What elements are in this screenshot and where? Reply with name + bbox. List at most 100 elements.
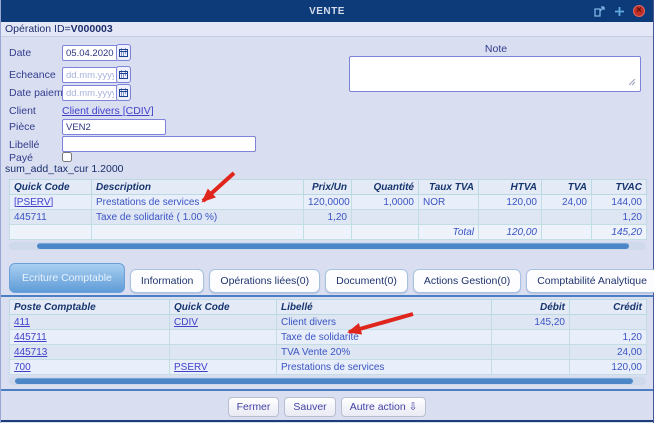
sauver-button[interactable]: Sauver [284,397,335,417]
entry-libelle: Prestations de services [277,360,492,375]
col-quick-code: Quick Code [170,300,277,315]
item-quantite: 1,0000 [352,195,419,210]
poste-link[interactable]: 445713 [14,347,47,358]
date-paiement-input[interactable] [62,85,118,101]
entry-row: 445711 Taxe de solidarité 1,20 [10,330,647,345]
note-label: Note [349,43,643,55]
entries-table-hscrollbar [9,377,646,385]
poste-link[interactable]: 700 [14,362,31,373]
close-icon[interactable]: × [633,5,645,17]
operation-id-value: V000003 [71,23,113,35]
items-total-row: Total 120,00 145,20 [10,225,647,240]
entry-credit: 120,00 [570,360,647,375]
note-textarea[interactable] [349,56,641,92]
entry-libelle: Taxe de solidarité [277,330,492,345]
item-htva: 120,00 [479,195,542,210]
total-htva: 120,00 [479,225,542,240]
quick-code-link[interactable]: CDIV [174,317,198,328]
footer-button-bar: Fermer Sauver Autre action ⇩ [1,397,653,417]
col-tvac: TVAC [592,180,647,195]
tab-actions-gestion[interactable]: Actions Gestion(0) [413,269,521,293]
date-label: Date [9,47,31,59]
client-link[interactable]: Client divers [CDIV] [62,105,154,117]
piece-label: Pièce [9,121,35,133]
entry-debit [492,345,570,360]
poste-link[interactable]: 445711 [14,332,47,343]
item-row: 445711 Taxe de solidarité ( 1.00 %) 1,20… [10,210,647,225]
scrollbar-thumb[interactable] [15,378,633,384]
item-tva: 24,00 [542,195,592,210]
quick-code-link[interactable]: PSERV [174,362,208,373]
vente-window: VENTE × Opération ID=V000003 Date Echean… [0,0,654,423]
window-bottom-border [1,420,653,422]
paye-checkbox[interactable] [62,152,72,162]
entry-debit [492,360,570,375]
total-tvac: 145,20 [592,225,647,240]
tab-information[interactable]: Information [130,269,205,293]
tab-document[interactable]: Document(0) [325,269,408,293]
item-htva [479,210,542,225]
poste-link[interactable]: 411 [14,317,30,328]
echeance-calendar-icon[interactable] [116,66,131,83]
operation-id-label: Opération ID= [5,23,71,35]
col-debit: Débit [492,300,570,315]
total-label: Total [419,225,479,240]
window-title: VENTE [1,6,653,17]
item-quick-code: 445711 [10,210,92,225]
col-tva: TVA [542,180,592,195]
fermer-button[interactable]: Fermer [228,397,280,417]
date-paiement-calendar-icon[interactable] [116,84,131,101]
tab-panel-top-border [1,295,653,297]
item-prix-un: 120,0000 [304,195,352,210]
entry-libelle: Client divers [277,315,492,330]
entry-debit [492,330,570,345]
libelle-input[interactable] [62,136,256,152]
entry-debit: 145,20 [492,315,570,330]
move-plus-icon[interactable] [613,5,625,17]
entry-credit: 1,20 [570,330,647,345]
item-description: Taxe de solidarité ( 1.00 %) [92,210,304,225]
entry-libelle: TVA Vente 20% [277,345,492,360]
autre-action-button[interactable]: Autre action ⇩ [341,397,427,417]
items-header-row: Quick Code Description Prix/Un Quantité … [10,180,647,195]
entry-quick-code [170,330,277,345]
item-tva [542,210,592,225]
date-input[interactable] [62,45,118,61]
col-htva: HTVA [479,180,542,195]
items-table-hscrollbar [9,242,646,250]
items-table: Quick Code Description Prix/Un Quantité … [9,179,647,240]
open-in-new-window-icon[interactable] [593,5,605,17]
item-prix-un: 1,20 [304,210,352,225]
tab-comptabilite-analytique[interactable]: Comptabilité Analytique [526,269,654,293]
entry-row: 411 CDIV Client divers 145,20 [10,315,647,330]
entries-header-row: Poste Comptable Quick Code Libellé Débit… [10,300,647,315]
date-calendar-icon[interactable] [116,44,131,61]
tab-ecriture-comptable[interactable]: Ecriture Comptable [9,263,125,293]
libelle-label: Libellé [9,139,39,151]
col-description: Description [92,180,304,195]
entry-row: 700 PSERV Prestations de services 120,00 [10,360,647,375]
entry-credit: 24,00 [570,345,647,360]
entries-table: Poste Comptable Quick Code Libellé Débit… [9,299,647,375]
col-quantite: Quantité [352,180,419,195]
col-poste-comptable: Poste Comptable [10,300,170,315]
item-taux-tva [419,210,479,225]
tab-operations-liees[interactable]: Opérations liées(0) [209,269,320,293]
entry-credit [570,315,647,330]
client-label: Client [9,105,36,117]
tab-bar: Ecriture Comptable Information Opération… [9,264,647,293]
item-description: Prestations de services [92,195,304,210]
col-libelle: Libellé [277,300,492,315]
item-taux-tva: NOR [419,195,479,210]
titlebar: VENTE × [1,0,653,22]
echeance-input[interactable] [62,67,118,83]
piece-input[interactable] [62,119,166,135]
quick-code-link[interactable]: [PSERV] [14,197,53,208]
scrollbar-thumb[interactable] [37,243,629,249]
item-tvac: 144,00 [592,195,647,210]
col-taux-tva: Taux TVA [419,180,479,195]
entry-row: 445713 TVA Vente 20% 24,00 [10,345,647,360]
item-tvac: 1,20 [592,210,647,225]
entry-quick-code [170,345,277,360]
item-row: [PSERV] Prestations de services 120,0000… [10,195,647,210]
